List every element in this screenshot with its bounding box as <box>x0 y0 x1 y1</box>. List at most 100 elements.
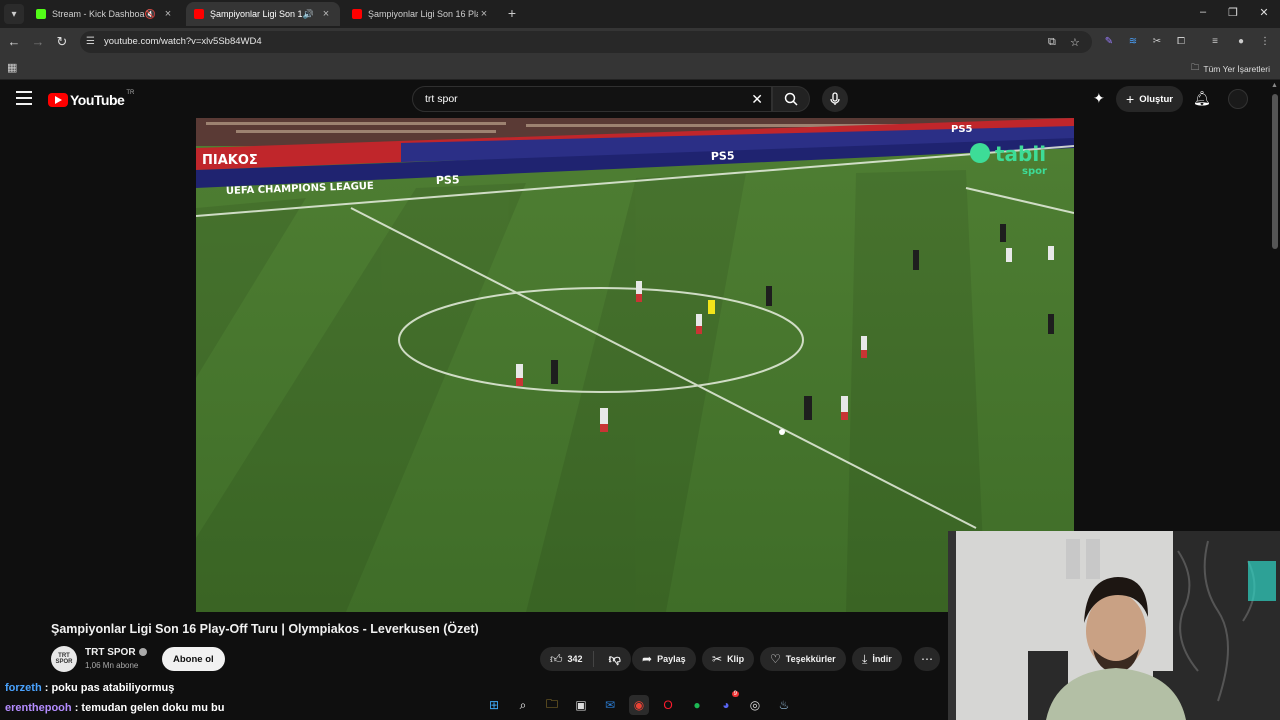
youtube-favicon-icon <box>352 9 362 19</box>
thanks-button[interactable]: ♡ Teşekkürler <box>760 647 846 671</box>
search-query: trt spor <box>425 93 458 105</box>
download-label: İndir <box>872 654 892 664</box>
youtube-header: YouTube TR trt spor ✕ ✦ + Oluştur 🔔︎ <box>0 80 1270 118</box>
opera-icon[interactable]: O <box>658 695 678 715</box>
store-icon[interactable]: ▣ <box>571 695 591 715</box>
bookmark-star-icon[interactable]: ☆ <box>1070 36 1080 49</box>
profile-avatar-icon[interactable]: ● <box>1234 35 1248 49</box>
video-frame: ΠΙΑΚΟΣ UEFA CHAMPIONS LEAGUE PS5 PS5 PS5 <box>196 118 1074 612</box>
site-info-icon[interactable]: ☰ <box>86 36 98 48</box>
channel-name-link[interactable]: TRT SPOR <box>85 647 147 658</box>
back-button[interactable]: ← <box>6 34 22 50</box>
share-arrow-icon: ➦ <box>642 652 653 666</box>
reload-button[interactable]: ↻ <box>54 34 70 50</box>
audio-playing-icon[interactable]: 🔊 <box>303 9 314 20</box>
discord-icon[interactable]: ◕ 9 <box>716 691 739 715</box>
scrollbar-thumb[interactable] <box>1272 94 1278 249</box>
tab-youtube-2[interactable]: Şampiyonlar Ligi Son 16 Play-O × <box>344 2 498 26</box>
youtube-logo[interactable]: YouTube TR <box>48 90 134 108</box>
browser-toolbar: ← → ↻ ☰ youtube.com/watch?v=xlv5Sb84WD4 … <box>0 28 1280 56</box>
forward-button[interactable]: → <box>30 34 46 50</box>
subscriber-count: 1,06 Mn abone <box>85 661 139 670</box>
ball <box>779 429 785 435</box>
webcam-feed <box>948 531 1280 720</box>
board-olympiakos-text: ΠΙΑΚΟΣ <box>202 153 258 168</box>
extension-wave-icon[interactable]: ≋ <box>1126 35 1140 49</box>
chat-text: : poku pas atabiliyormuş <box>44 682 175 694</box>
folder-icon: 🗀 <box>1190 62 1200 72</box>
video-title: Şampiyonlar Ligi Son 16 Play-Off Turu | … <box>51 622 479 636</box>
dislike-button[interactable]: 👎︎ <box>599 652 631 667</box>
like-count: 342 <box>567 654 583 664</box>
extension-pen-icon[interactable]: ✎ <box>1102 35 1116 49</box>
close-tab-icon[interactable]: × <box>478 8 490 20</box>
voice-search-button[interactable] <box>822 86 848 112</box>
url-text: youtube.com/watch?v=xlv5Sb84WD4 <box>104 36 262 47</box>
tab-kick-dashboard[interactable]: Stream - Kick Dashboard 🔇 × <box>28 2 182 26</box>
search-button[interactable] <box>772 86 810 112</box>
download-icon: ⤓ <box>862 651 868 666</box>
chat-text: : temudan gelen doku mu bu <box>74 702 225 714</box>
tab-title: Stream - Kick Dashboard <box>52 9 145 19</box>
create-button[interactable]: + Oluştur <box>1116 86 1183 112</box>
close-window-button[interactable]: ✕ <box>1257 6 1271 19</box>
menu-icon[interactable] <box>16 91 32 105</box>
all-bookmarks-label: Tüm Yer İşaretleri <box>1203 64 1270 74</box>
youtube-play-logo-icon <box>48 93 68 107</box>
scroll-up-icon[interactable]: ▲ <box>1271 82 1278 89</box>
search-input[interactable]: trt spor ✕ <box>412 86 772 112</box>
muted-icon[interactable]: 🔇 <box>145 9 156 20</box>
more-horizontal-icon: ⋯ <box>921 652 933 666</box>
extension-tool-icon[interactable]: ✂ <box>1150 35 1164 49</box>
kick-favicon-icon <box>36 9 46 19</box>
clip-button[interactable]: ✂ Klip <box>702 647 755 671</box>
steam-icon[interactable]: ♨ <box>774 695 794 715</box>
create-label: Oluştur <box>1139 93 1173 105</box>
obs-icon[interactable]: ◎ <box>745 695 765 715</box>
close-tab-icon[interactable]: × <box>320 8 332 20</box>
scissors-icon: ✂ <box>712 652 723 666</box>
notifications-bell-icon[interactable]: 🔔︎ <box>1193 90 1211 107</box>
clear-search-icon[interactable]: ✕ <box>751 91 763 108</box>
search-icon <box>784 92 798 106</box>
like-button[interactable]: 👍︎ 342 <box>540 651 594 667</box>
minimize-button[interactable]: – <box>1196 6 1210 18</box>
watermark-sub: spor <box>1022 166 1047 177</box>
apps-grid-icon[interactable]: ▦ <box>7 61 17 74</box>
plus-icon: + <box>1126 91 1135 107</box>
outlook-icon[interactable]: ✉ <box>600 695 620 715</box>
address-bar[interactable]: ☰ youtube.com/watch?v=xlv5Sb84WD4 ⧉ ☆ <box>80 31 1092 53</box>
channel-avatar[interactable]: TRT SPOR <box>51 646 77 672</box>
chat-message: forzeth : poku pas atabiliyormuş <box>5 682 174 694</box>
new-tab-button[interactable]: + <box>504 5 520 21</box>
windows-start-icon[interactable]: ⊞ <box>484 695 504 715</box>
share-button[interactable]: ➦ Paylaş <box>632 647 696 671</box>
tab-search-button[interactable]: ▾ <box>4 4 24 24</box>
tab-title: Şampiyonlar Ligi Son 16 Pla <box>210 9 303 19</box>
download-button[interactable]: ⤓ İndir <box>852 647 902 671</box>
sparkle-icon[interactable]: ✦ <box>1093 90 1105 107</box>
tab-youtube-active[interactable]: Şampiyonlar Ligi Son 16 Pla 🔊 × <box>186 2 340 26</box>
video-player[interactable]: ΠΙΑΚΟΣ UEFA CHAMPIONS LEAGUE PS5 PS5 PS5 <box>196 118 1074 612</box>
verified-badge-icon <box>138 648 147 657</box>
open-in-app-icon[interactable]: ⧉ <box>1048 36 1056 49</box>
media-controls-icon[interactable]: ≡ <box>1208 35 1222 49</box>
subscribe-button[interactable]: Abone ol <box>162 647 225 671</box>
more-actions-button[interactable]: ⋯ <box>914 647 940 671</box>
board-ps5-text-3: PS5 <box>951 124 973 135</box>
microphone-icon <box>830 92 840 105</box>
browser-menu-icon[interactable]: ⋮ <box>1258 35 1272 49</box>
restore-button[interactable]: ❐ <box>1226 6 1240 19</box>
watermark-brand: tabii <box>995 142 1046 166</box>
windows-taskbar: ⊞ ⌕ 🗀 ▣ ✉ ◉ O ● ◕ 9 ◎ ♨ <box>470 690 800 720</box>
tab-title: Şampiyonlar Ligi Son 16 Play-O <box>368 9 478 19</box>
search-icon[interactable]: ⌕ <box>513 695 533 715</box>
channel-avatar-text: TRT SPOR <box>55 653 73 665</box>
file-explorer-icon[interactable]: 🗀 <box>542 695 562 715</box>
account-avatar[interactable] <box>1228 89 1248 109</box>
all-bookmarks-folder[interactable]: 🗀 Tüm Yer İşaretleri <box>1191 62 1270 76</box>
chrome-icon[interactable]: ◉ <box>629 695 649 715</box>
close-tab-icon[interactable]: × <box>162 8 174 20</box>
extensions-puzzle-icon[interactable]: ⧠ <box>1174 35 1188 49</box>
spotify-icon[interactable]: ● <box>687 695 707 715</box>
